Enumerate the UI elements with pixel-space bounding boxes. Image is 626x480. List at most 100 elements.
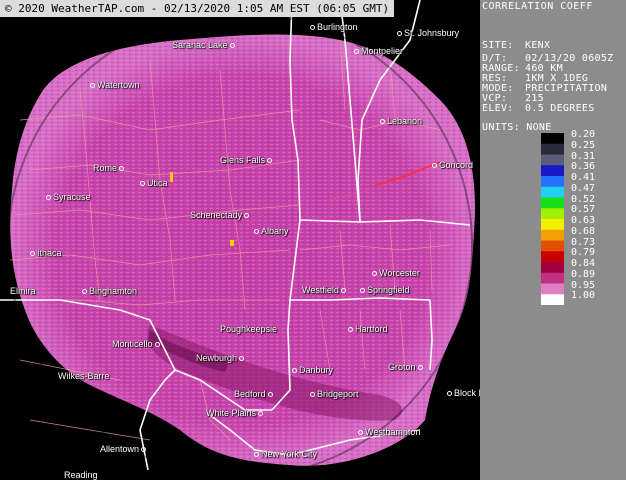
color-scale-tick-label: 0.31: [571, 150, 596, 162]
color-scale-swatch: [541, 197, 564, 209]
city-label: New York City: [252, 449, 317, 459]
radar-map: © 2020 WeatherTAP.com - 02/13/2020 1:05 …: [0, 0, 480, 480]
city-label: Lebanon: [378, 116, 422, 126]
city-dot-icon: [340, 288, 346, 294]
color-scale-swatch: [541, 133, 564, 145]
city-label: Utica: [138, 178, 168, 188]
units-label: UNITS: NONE: [482, 122, 552, 133]
city-dot-icon: [30, 251, 35, 257]
color-scale-swatch: [541, 262, 564, 274]
city-dot-icon: [82, 289, 87, 295]
city-label: Glens Falls: [220, 155, 274, 165]
city-label: Syracuse: [44, 192, 91, 202]
city-label: Danbury: [290, 365, 333, 375]
color-scale-swatch: [541, 143, 564, 155]
color-scale-swatch: [541, 229, 564, 241]
city-label: Elmira: [10, 286, 36, 296]
city-dot-icon: [119, 166, 125, 172]
city-dot-icon: [239, 356, 245, 362]
city-label: Newburgh: [196, 353, 246, 363]
city-label: Montpelier: [352, 46, 403, 56]
city-dot-icon: [141, 447, 147, 453]
color-scale-tick-label: 0.20: [571, 129, 596, 140]
color-scale-swatch: [541, 154, 564, 166]
city-label: White Plains: [206, 408, 265, 418]
city-dot-icon: [244, 213, 250, 219]
city-label: Hartford: [346, 324, 388, 334]
info-panel: CORRELATION COEFF SITE: KENX D/T: 02/13/20…: [480, 0, 626, 480]
color-scale-tick-label: 0.47: [571, 182, 596, 194]
color-scale-tick-label: 0.36: [571, 161, 596, 173]
city-label: Westhampton: [356, 427, 420, 437]
city-label: Westfield: [302, 285, 348, 295]
city-label: Block I: [445, 388, 480, 398]
city-dot-icon: [229, 43, 235, 49]
city-dot-icon: [447, 391, 452, 397]
city-label: Concord: [430, 160, 473, 170]
color-scale-bar: [541, 133, 564, 305]
color-scale-swatch: [541, 272, 564, 284]
city-dot-icon: [90, 83, 95, 89]
city-dot-icon: [358, 430, 363, 436]
city-dot-icon: [46, 195, 51, 201]
city-dot-icon: [254, 452, 259, 458]
city-dot-icon: [267, 392, 273, 398]
city-label: Albany: [252, 226, 289, 236]
color-scale-swatch: [541, 219, 564, 231]
city-dot-icon: [417, 365, 423, 371]
city-dot-icon: [380, 119, 385, 125]
city-label: Rome: [93, 163, 126, 173]
city-dot-icon: [154, 342, 160, 348]
city-dot-icon: [254, 229, 259, 235]
info-row: ELEV: 0.5 DEGREES: [482, 103, 595, 114]
color-scale-swatch: [541, 208, 564, 220]
color-scale-tick-label: 1.00: [571, 290, 596, 302]
color-scale-tick-label: 0.89: [571, 268, 596, 280]
city-label: Watertown: [88, 80, 140, 90]
city-label: Burlington: [308, 22, 358, 32]
color-scale-tick-label: 0.63: [571, 215, 596, 226]
city-label: Bridgeport: [308, 389, 359, 399]
city-label: Binghamton: [80, 286, 137, 296]
city-label: Poughkeepsie: [220, 324, 278, 334]
city-label: Bedford: [234, 389, 275, 399]
color-scale-swatch: [541, 283, 564, 295]
color-scale-swatch: [541, 251, 564, 263]
city-label: Schenectady: [190, 210, 251, 220]
color-scale-tick-label: 0.95: [571, 279, 596, 291]
city-label: Worcester: [370, 268, 420, 278]
city-label: Wilkes-Barre: [58, 371, 110, 381]
color-scale-swatch: [541, 165, 564, 177]
city-dot-icon: [310, 392, 315, 398]
city-label: St. Johnsbury: [395, 28, 459, 38]
color-scale-tick-label: 0.25: [571, 139, 596, 151]
city-dot-icon: [372, 271, 377, 277]
city-dot-icon: [360, 288, 365, 294]
city-dot-icon: [397, 31, 402, 37]
color-scale-tick-label: 0.57: [571, 204, 596, 216]
city-dot-icon: [354, 49, 359, 55]
city-label: Groton: [388, 362, 425, 372]
copyright-bar: © 2020 WeatherTAP.com - 02/13/2020 1:05 …: [0, 0, 395, 17]
color-scale-tick-label: 0.41: [571, 172, 596, 183]
color-scale-swatch: [541, 176, 564, 188]
color-scale-swatch: [541, 240, 564, 252]
city-dot-icon: [348, 327, 353, 333]
color-scale-tick-label: 0.73: [571, 236, 596, 248]
color-scale-tick-label: 0.84: [571, 258, 596, 269]
color-scale-tick-label: 0.52: [571, 193, 596, 205]
info-row: SITE: KENX: [482, 40, 551, 51]
city-dot-icon: [140, 181, 145, 187]
product-title: CORRELATION COEFF: [482, 1, 593, 12]
city-label: Monticello: [112, 339, 162, 349]
color-scale-tick-label: 0.79: [571, 247, 596, 259]
city-dot-icon: [292, 368, 297, 374]
city-label: Ithaca: [28, 248, 62, 258]
city-dot-icon: [267, 158, 273, 164]
color-scale-tick-label: 0.68: [571, 225, 596, 237]
city-dot-icon: [432, 163, 437, 169]
city-label: Saranac Lake: [172, 40, 237, 50]
city-label: Springfield: [358, 285, 410, 295]
city-dot-icon: [310, 25, 315, 31]
city-label: Allentown: [100, 444, 148, 454]
